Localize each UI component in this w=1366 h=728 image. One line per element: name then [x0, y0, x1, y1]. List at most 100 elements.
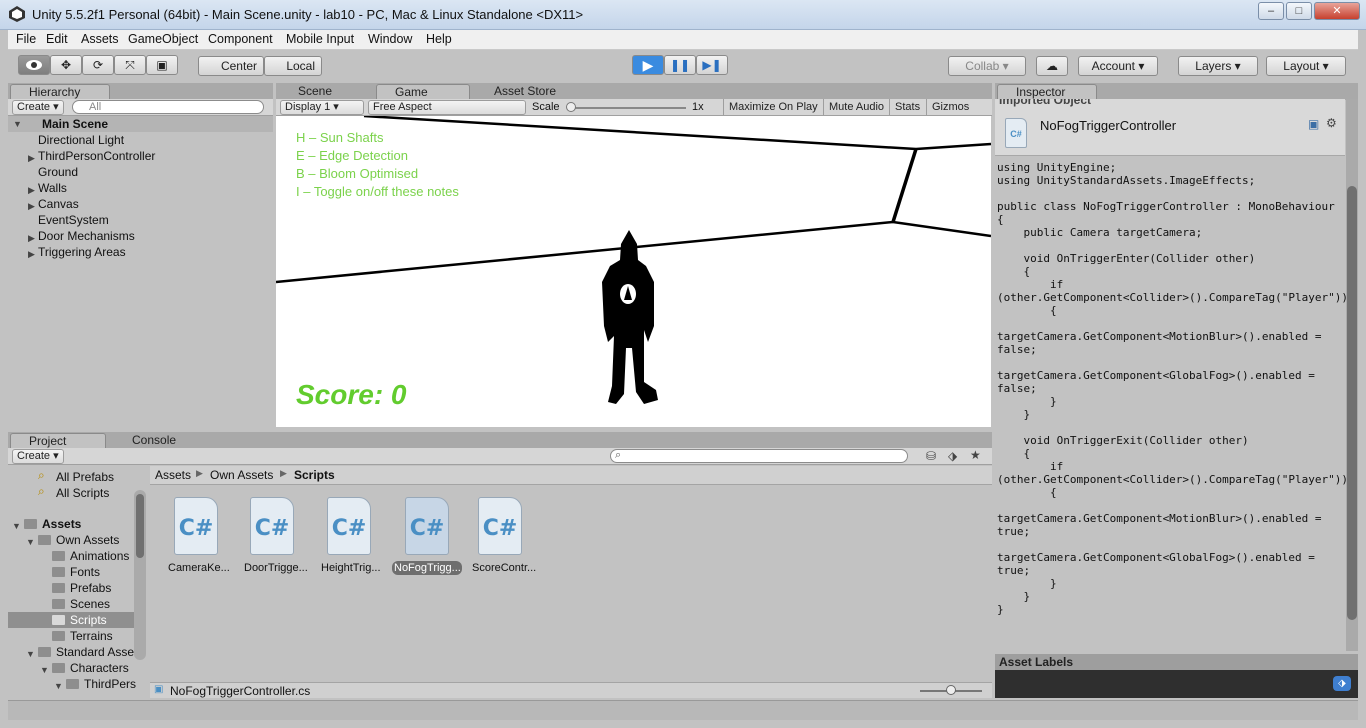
rect-icon: ▣: [156, 58, 168, 72]
cloud-button[interactable]: ☁: [1036, 56, 1068, 76]
folder-item[interactable]: ThirdPers: [84, 677, 136, 691]
folder-item[interactable]: Terrains: [70, 629, 113, 643]
tab-project[interactable]: Project: [10, 433, 106, 449]
minimize-button[interactable]: –: [1258, 2, 1284, 20]
folder-item-selected[interactable]: Scripts: [70, 613, 107, 627]
hierarchy-item[interactable]: Triggering Areas: [38, 245, 126, 259]
menu-assets[interactable]: Assets: [81, 32, 119, 46]
breadcrumb-item[interactable]: Assets: [155, 468, 191, 482]
move-tool-button[interactable]: ✥: [50, 55, 82, 75]
hierarchy-item[interactable]: ThirdPersonController: [38, 149, 155, 163]
inspector-scrollbar-thumb[interactable]: [1347, 186, 1357, 620]
folder-item[interactable]: Assets: [42, 517, 81, 531]
collapsed-arrow-icon: ▶: [28, 249, 35, 259]
menu-file[interactable]: File: [16, 32, 36, 46]
folder-item[interactable]: Fonts: [70, 565, 100, 579]
script-asset-selected[interactable]: C# NoFogTrigg...: [392, 497, 462, 575]
menu-mobile-input[interactable]: Mobile Input: [286, 32, 354, 46]
project-search-input[interactable]: ⌕: [610, 449, 908, 463]
hierarchy-item[interactable]: Ground: [38, 165, 78, 179]
tab-game[interactable]: Game: [376, 84, 470, 100]
scale-slider-track[interactable]: [568, 107, 686, 109]
editor-statusbar: [8, 700, 1358, 720]
script-asset[interactable]: C# CameraKe...: [166, 497, 230, 575]
filter-label-icon[interactable]: ⬗: [948, 449, 957, 463]
collab-button[interactable]: Collab ▾: [948, 56, 1026, 76]
menu-gameobject[interactable]: GameObject: [128, 32, 198, 46]
project-tabbar: Project Console: [8, 432, 992, 449]
step-icon: ▶❚: [702, 58, 722, 72]
folder-item[interactable]: Animations: [70, 549, 129, 563]
help-book-icon[interactable]: ▣: [1308, 117, 1319, 131]
scale-tool-button[interactable]: ⤧: [114, 55, 146, 75]
play-button[interactable]: ▶: [632, 55, 664, 75]
project-toolbar: Create ▾ ⌕ ⛁ ⬗ ★: [8, 448, 992, 465]
game-viewport[interactable]: H – Sun Shafts E – Edge Detection B – Bl…: [276, 116, 991, 427]
step-button[interactable]: ▶❚: [696, 55, 728, 75]
display-dropdown[interactable]: Display 1 ▾: [280, 100, 364, 115]
maximize-on-play-toggle[interactable]: Maximize On Play: [723, 99, 823, 115]
favorite-item[interactable]: All Prefabs: [56, 470, 114, 484]
scene-row[interactable]: ▼ Main Scene: [8, 116, 273, 132]
tab-console[interactable]: Console: [114, 433, 204, 449]
folder-item[interactable]: Own Assets: [56, 533, 119, 547]
menu-window[interactable]: Window: [368, 32, 412, 46]
hierarchy-item[interactable]: Directional Light: [38, 133, 124, 147]
display-label: Display 1: [285, 101, 331, 113]
search-favorite-icon: ⌕: [38, 468, 45, 482]
script-asset[interactable]: C# DoorTrigge...: [242, 497, 308, 575]
gizmos-dropdown[interactable]: Gizmos: [926, 99, 974, 115]
account-dropdown[interactable]: Account ▾: [1078, 56, 1158, 76]
gear-icon[interactable]: ⚙: [1326, 116, 1337, 130]
label-tag-icon[interactable]: ⬗: [1333, 676, 1351, 691]
tab-asset-store[interactable]: Asset Store: [476, 84, 586, 100]
script-asset[interactable]: C# HeightTrig...: [319, 497, 381, 575]
menu-help[interactable]: Help: [426, 32, 452, 46]
pivot-local-button[interactable]: Local: [264, 56, 322, 76]
hierarchy-search-input[interactable]: All: [72, 100, 264, 114]
folder-icon: [52, 615, 65, 625]
folder-item[interactable]: Standard Asse: [56, 645, 134, 659]
layers-dropdown[interactable]: Layers ▾: [1178, 56, 1258, 76]
hand-tool-button[interactable]: [18, 55, 50, 75]
stats-toggle[interactable]: Stats: [889, 99, 925, 115]
pause-button[interactable]: ❚❚: [664, 55, 696, 75]
hierarchy-item[interactable]: Canvas: [38, 197, 79, 211]
project-create-dropdown[interactable]: Create ▾: [12, 449, 64, 464]
breadcrumb-item[interactable]: Scripts: [294, 468, 335, 482]
icon-size-slider-handle[interactable]: [946, 685, 956, 695]
scale-slider-handle[interactable]: [566, 102, 576, 112]
menu-component[interactable]: Component: [208, 32, 273, 46]
pivot-center-button[interactable]: Center: [198, 56, 264, 76]
folder-item[interactable]: Characters: [70, 661, 129, 675]
collapsed-arrow-icon: ▶: [28, 233, 35, 243]
hierarchy-item[interactable]: EventSystem: [38, 213, 109, 227]
filter-type-icon[interactable]: ⛁: [926, 449, 936, 463]
tab-hierarchy[interactable]: Hierarchy: [10, 84, 110, 100]
maximize-button[interactable]: □: [1286, 2, 1312, 20]
breadcrumb-item[interactable]: Own Assets: [210, 468, 273, 482]
folder-item[interactable]: Scenes: [70, 597, 110, 611]
folder-icon: [52, 631, 65, 641]
hierarchy-create-dropdown[interactable]: Create ▾: [12, 100, 64, 115]
favorite-item[interactable]: All Scripts: [56, 486, 109, 500]
aspect-dropdown[interactable]: Free Aspect: [368, 100, 526, 115]
tab-inspector[interactable]: Inspector: [997, 84, 1097, 100]
hierarchy-item[interactable]: Door Mechanisms: [38, 229, 135, 243]
game-note: B – Bloom Optimised: [296, 166, 419, 181]
mute-audio-toggle[interactable]: Mute Audio: [823, 99, 889, 115]
rotate-tool-button[interactable]: ⟳: [82, 55, 114, 75]
layout-dropdown[interactable]: Layout ▾: [1266, 56, 1346, 76]
folder-icon: [66, 679, 79, 689]
script-asset[interactable]: C# ScoreContr...: [470, 497, 536, 575]
hierarchy-item[interactable]: Walls: [38, 181, 67, 195]
asset-labels-title: Asset Labels: [999, 655, 1074, 669]
tree-scrollbar-thumb[interactable]: [136, 494, 144, 558]
favorite-star-icon[interactable]: ★: [970, 448, 981, 462]
rect-tool-button[interactable]: ▣: [146, 55, 178, 75]
menu-edit[interactable]: Edit: [46, 32, 68, 46]
rotate-icon: ⟳: [92, 58, 104, 72]
close-button[interactable]: ✕: [1314, 2, 1360, 20]
folder-item[interactable]: Prefabs: [70, 581, 111, 595]
tab-scene[interactable]: Scene: [280, 84, 370, 100]
